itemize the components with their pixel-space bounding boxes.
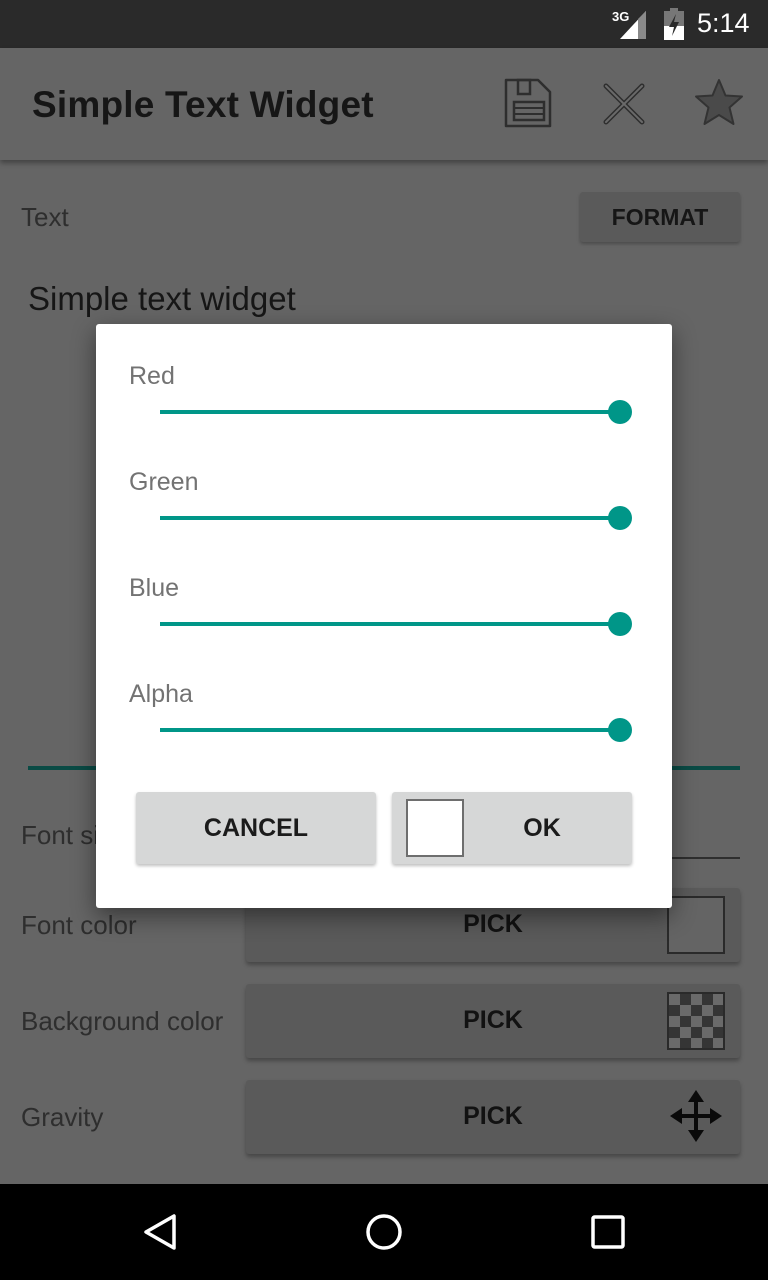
slider-thumb[interactable] (608, 612, 632, 636)
green-slider[interactable] (160, 503, 632, 533)
background-color-swatch (667, 992, 725, 1050)
star-icon[interactable] (691, 76, 747, 132)
home-icon[interactable] (360, 1208, 408, 1256)
red-slider[interactable] (160, 397, 632, 427)
slider-fill (160, 410, 620, 414)
slider-fill (160, 728, 620, 732)
ok-label: OK (523, 814, 561, 842)
app-bar: Simple Text Widget (0, 48, 768, 160)
cancel-button[interactable]: CANCEL (136, 792, 376, 864)
pick-label: PICK (463, 1102, 523, 1130)
pick-label: PICK (463, 1006, 523, 1034)
format-button[interactable]: FORMAT (580, 192, 740, 242)
network-signal: 3G (612, 9, 648, 39)
slider-thumb[interactable] (608, 718, 632, 742)
gravity-pick-button[interactable]: PICK (246, 1080, 740, 1154)
font-color-swatch (667, 896, 725, 954)
ok-button[interactable]: OK (392, 792, 632, 864)
signal-icon (620, 11, 646, 39)
green-label: Green (129, 468, 199, 496)
app-title: Simple Text Widget (32, 84, 374, 125)
red-label: Red (129, 362, 175, 390)
navigation-bar (0, 1184, 768, 1280)
slider-fill (160, 622, 620, 626)
floppy-disk-icon[interactable] (500, 76, 556, 132)
blue-label: Blue (129, 574, 180, 602)
pick-label: PICK (463, 910, 523, 938)
move-arrows-icon (670, 1090, 722, 1142)
alpha-label: Alpha (129, 680, 193, 708)
color-preview-swatch (406, 799, 464, 857)
blue-slider[interactable] (160, 609, 632, 639)
font-size-input[interactable] (672, 857, 740, 859)
widget-text-input[interactable]: Simple text widget (28, 280, 296, 318)
background-color-label: Background color (21, 1006, 224, 1036)
text-label: Text (21, 202, 69, 232)
status-bar: 3G 5:14 (0, 0, 768, 48)
cancel-label: CANCEL (203, 814, 309, 842)
alpha-slider[interactable] (160, 715, 632, 745)
slider-thumb[interactable] (608, 400, 632, 424)
slider-fill (160, 516, 620, 520)
font-color-label: Font color (21, 910, 137, 940)
back-icon[interactable] (136, 1208, 184, 1256)
clock: 5:14 (697, 8, 750, 38)
slider-thumb[interactable] (608, 506, 632, 530)
battery-charging-icon (664, 8, 684, 40)
background-color-pick-button[interactable]: PICK (246, 984, 740, 1058)
gravity-label: Gravity (21, 1102, 104, 1132)
close-icon[interactable] (596, 76, 652, 132)
color-picker-dialog: Red Green Blue Alpha CANCEL OK (96, 324, 672, 908)
recents-icon[interactable] (584, 1208, 632, 1256)
